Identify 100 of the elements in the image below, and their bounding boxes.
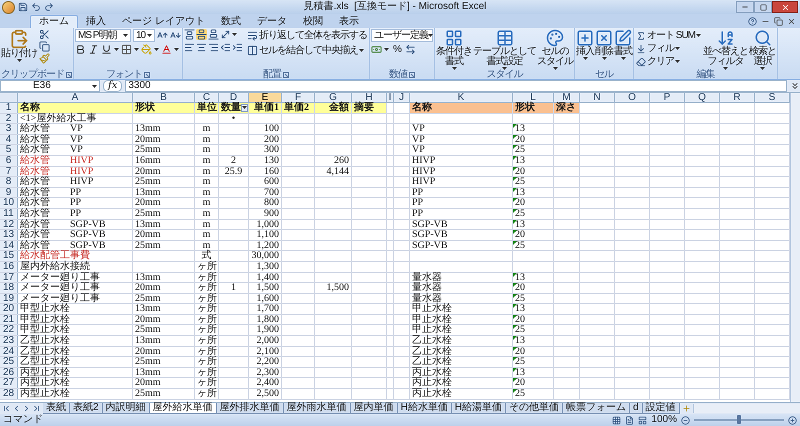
row-header[interactable]: 25 <box>0 357 18 367</box>
row-header[interactable]: 16 <box>0 262 18 272</box>
column-header[interactable]: C <box>195 93 219 103</box>
row-header[interactable]: 24 <box>0 346 18 356</box>
row-header[interactable]: 2 <box>0 114 18 124</box>
font-size-dropdown[interactable]: 10 <box>133 29 155 42</box>
ribbon-tab[interactable]: 校閲 <box>294 15 331 28</box>
column-header[interactable]: I <box>387 93 394 103</box>
sheet-tab[interactable]: 表紙 <box>43 403 70 414</box>
column-header[interactable]: B <box>133 93 195 103</box>
currency-icon[interactable] <box>371 44 382 55</box>
font-color-icon[interactable] <box>161 44 172 55</box>
column-header[interactable]: G <box>315 93 352 103</box>
sheet-tab[interactable]: 内訳明細 <box>102 403 150 414</box>
sheet-tab[interactable]: d <box>630 403 643 414</box>
row-header[interactable]: 13 <box>0 230 18 240</box>
row-header[interactable]: 17 <box>0 272 18 282</box>
align-top-icon[interactable] <box>184 29 195 40</box>
ribbon-tab[interactable]: 表示 <box>330 15 367 28</box>
orientation-icon[interactable] <box>220 29 231 40</box>
autosum-button[interactable]: オート SUM <box>635 29 702 42</box>
merge-center-button[interactable]: セルを結合して中央揃え <box>246 44 368 57</box>
row-header[interactable]: 15 <box>0 251 18 261</box>
sheet-tab[interactable]: H給水単価 <box>398 403 452 414</box>
column-header[interactable]: R <box>720 93 755 103</box>
previous-sheet-icon[interactable] <box>12 404 21 413</box>
row-header[interactable]: 1 <box>0 103 18 113</box>
row-header[interactable]: 9 <box>0 188 18 198</box>
name-box[interactable]: E36 <box>0 80 100 92</box>
zoom-out-icon[interactable] <box>681 416 690 424</box>
row-header[interactable]: 6 <box>0 156 18 166</box>
dialog-launcher-icon[interactable] <box>66 72 72 78</box>
table-format-button[interactable]: テーブルとして 書式設定 <box>473 29 536 70</box>
scissors-icon[interactable] <box>39 29 50 40</box>
delete-button[interactable]: 削除 <box>595 29 613 60</box>
vertical-scrollbar[interactable] <box>790 93 800 402</box>
office-button[interactable] <box>2 0 15 14</box>
row-header[interactable]: 10 <box>0 198 18 208</box>
save-icon[interactable] <box>18 2 28 12</box>
page-break-icon[interactable] <box>638 416 648 424</box>
zoom-thumb[interactable] <box>737 415 741 424</box>
percent-button[interactable]: % <box>391 44 403 55</box>
next-sheet-icon[interactable] <box>22 404 31 413</box>
sheet-tab[interactable]: 表紙2 <box>70 403 103 414</box>
row-header[interactable]: 7 <box>0 166 18 176</box>
row-header[interactable]: 3 <box>0 124 18 134</box>
sheet-tab[interactable]: 設定値 <box>642 403 680 414</box>
function-label[interactable]: fx <box>103 80 122 92</box>
zoom-in-icon[interactable] <box>788 416 797 424</box>
page-layout-icon[interactable] <box>625 416 634 424</box>
row-header[interactable]: 23 <box>0 336 18 346</box>
sheet-tab[interactable]: その他単価 <box>506 403 564 414</box>
sheet-tab[interactable]: 帳票フォーム <box>563 403 630 414</box>
sheet-tab[interactable]: 屋外雨水単価 <box>284 403 351 414</box>
formula-field[interactable]: 3300 <box>125 80 787 92</box>
dialog-launcher-icon[interactable] <box>409 72 415 78</box>
row-header[interactable]: 21 <box>0 314 18 324</box>
decrease-indent-icon[interactable] <box>220 42 231 53</box>
ribbon-tab[interactable]: 挿入 <box>78 15 114 28</box>
normal-view-icon[interactable] <box>612 416 622 424</box>
sheet-tab[interactable]: 屋外給水単価 <box>150 403 217 414</box>
column-header[interactable]: F <box>282 93 315 103</box>
expand-icon[interactable] <box>790 81 800 91</box>
border-icon[interactable] <box>121 44 132 55</box>
minimize-button[interactable] <box>736 1 754 13</box>
increase-indent-icon[interactable] <box>232 42 243 53</box>
row-header[interactable]: 12 <box>0 220 18 230</box>
ribbon-tab[interactable]: データ <box>248 15 295 28</box>
insert-button[interactable]: 挿入 <box>576 29 594 60</box>
sheet-tab[interactable]: 屋内単価 <box>350 403 398 414</box>
dialog-launcher-icon[interactable] <box>283 72 289 78</box>
decimal-icon[interactable] <box>404 44 416 55</box>
column-header[interactable]: L <box>513 93 554 103</box>
find-select-button[interactable]: 検索と 選択 <box>749 29 776 70</box>
column-header[interactable]: D <box>219 93 249 103</box>
shrink-font-icon[interactable] <box>170 30 181 41</box>
cell-style-button[interactable]: セルの スタイル <box>537 29 573 70</box>
paste-button[interactable]: 貼り付け <box>1 29 37 62</box>
align-bottom-icon[interactable] <box>208 29 219 40</box>
fill-color-icon[interactable] <box>141 44 152 55</box>
ribbon-tab[interactable]: ホーム <box>30 15 78 28</box>
row-header[interactable]: 28 <box>0 389 18 399</box>
last-sheet-icon[interactable] <box>32 404 41 413</box>
restore-icon[interactable] <box>774 17 783 26</box>
column-header[interactable]: P <box>650 93 685 103</box>
font-dropdown[interactable]: MS P明朝 <box>75 29 131 42</box>
row-header[interactable]: 11 <box>0 208 18 219</box>
bold-icon[interactable] <box>75 44 86 55</box>
align-right-icon[interactable] <box>208 42 219 53</box>
ribbon-tab[interactable]: 数式 <box>212 15 249 28</box>
sheet-tab[interactable]: H給湯単価 <box>452 403 506 414</box>
column-header[interactable]: A <box>18 93 133 103</box>
redo-icon[interactable] <box>44 2 54 12</box>
column-header[interactable]: E <box>249 93 282 103</box>
row-header[interactable]: 26 <box>0 368 18 378</box>
sheet-tab[interactable]: 屋外排水単価 <box>216 403 284 414</box>
column-header[interactable]: K <box>410 93 513 103</box>
column-header[interactable]: M <box>554 93 580 103</box>
format-button[interactable]: 書式 <box>614 29 632 60</box>
wrap-text-button[interactable]: 折り返して全体を表示する <box>246 29 368 42</box>
